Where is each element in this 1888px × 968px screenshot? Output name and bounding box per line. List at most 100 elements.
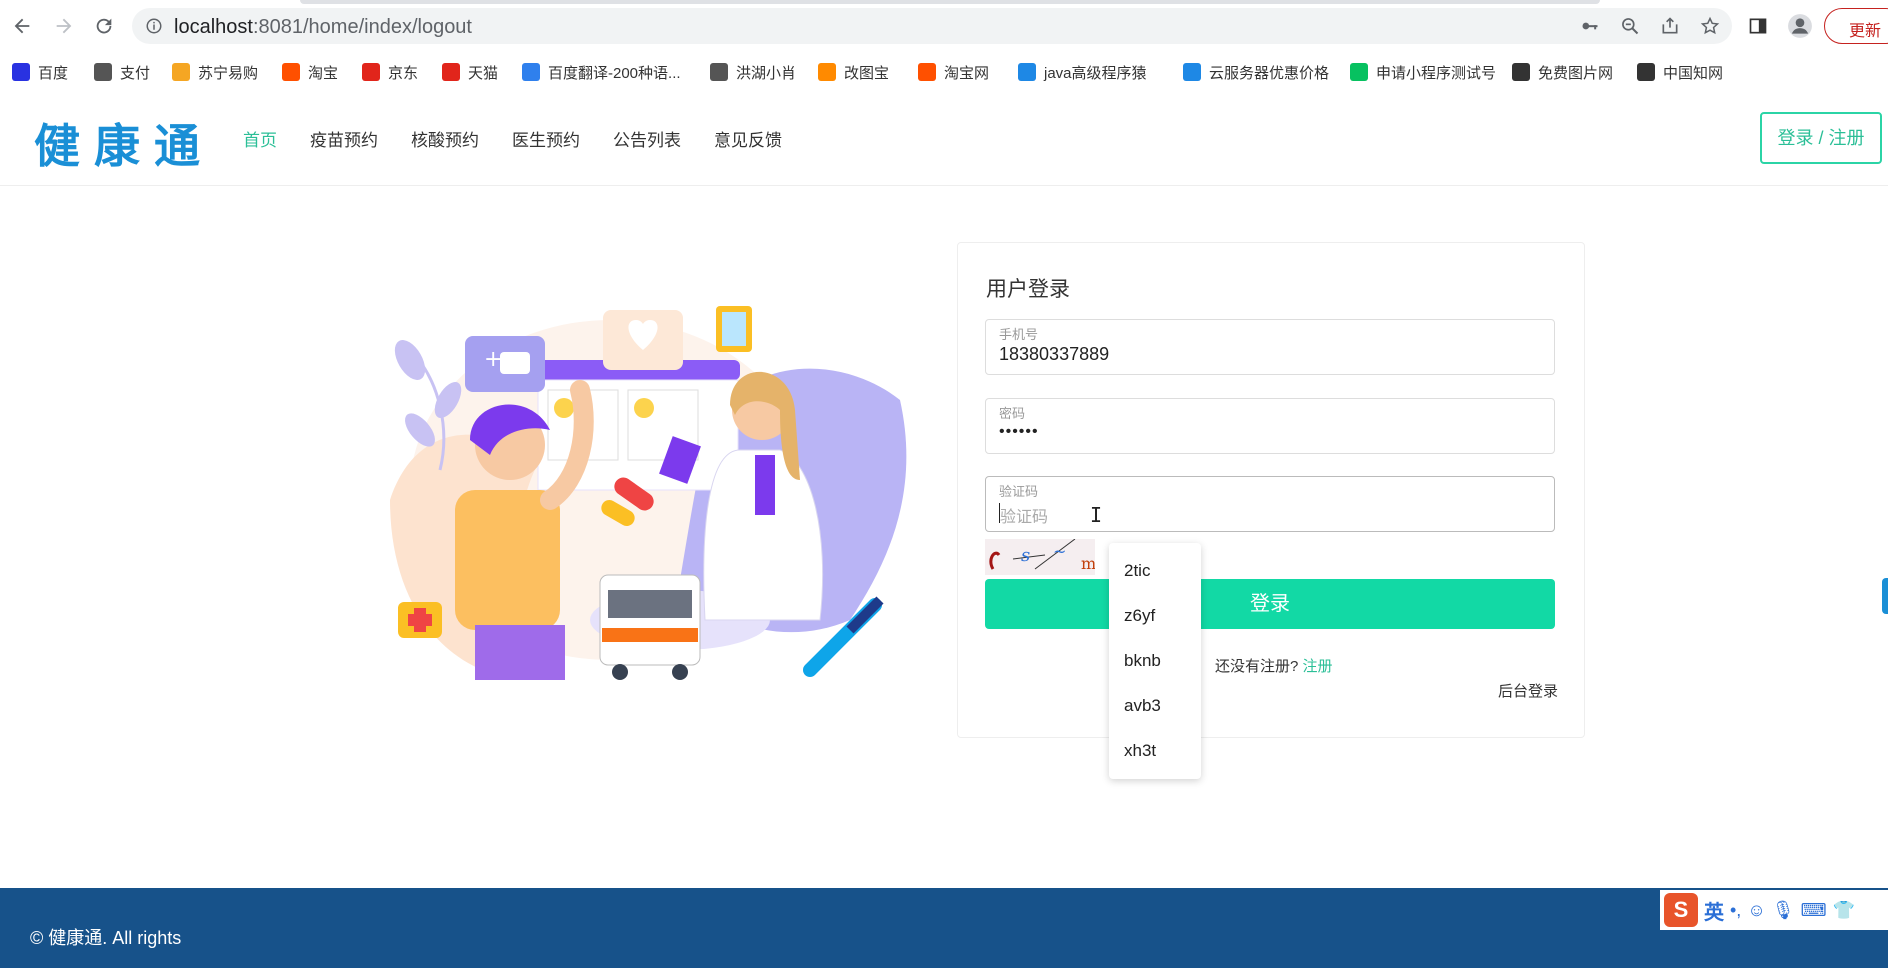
autocomplete-option[interactable]: xh3t bbox=[1109, 729, 1201, 774]
main-nav: 首页 疫苗预约 核酸预约 医生预约 公告列表 意见反馈 bbox=[243, 126, 815, 151]
bookmark-label: 支付 bbox=[120, 64, 151, 82]
forward-arrow-icon bbox=[56, 18, 72, 34]
skin-icon[interactable]: 👕 bbox=[1833, 900, 1855, 921]
translate-icon bbox=[522, 63, 540, 81]
site-footer: © 健康通. All rights bbox=[0, 888, 1888, 968]
bookmark-label: 洪湖小肖 bbox=[736, 64, 797, 82]
bookmark-label: 淘宝网 bbox=[944, 64, 990, 82]
zoom-out-icon[interactable] bbox=[1618, 14, 1642, 38]
captcha-field[interactable]: 验证码 验证码 bbox=[985, 476, 1555, 532]
bookmark-label: 淘宝 bbox=[308, 64, 339, 82]
autocomplete-option[interactable]: z6yf bbox=[1109, 594, 1201, 639]
medical-illustration: + bbox=[380, 290, 920, 700]
cloud-icon bbox=[1183, 63, 1201, 81]
bookmark-item[interactable]: 淘宝网 bbox=[918, 60, 989, 84]
password-label: 密码 bbox=[999, 406, 1026, 421]
microphone-icon[interactable]: 🎙 bbox=[1772, 900, 1795, 921]
forward-button[interactable] bbox=[50, 12, 78, 40]
emoji-icon[interactable]: ☺ bbox=[1747, 900, 1765, 921]
bookmark-label: 天猫 bbox=[468, 64, 499, 82]
bookmark-label: java高级程序猿 bbox=[1044, 64, 1147, 82]
bookmark-label: 改图宝 bbox=[844, 64, 890, 82]
bookmark-item[interactable]: 天猫 bbox=[442, 60, 498, 84]
svg-text:~: ~ bbox=[1053, 542, 1066, 561]
bookmark-label: 免费图片网 bbox=[1538, 64, 1614, 82]
nav-announcements[interactable]: 公告列表 bbox=[613, 126, 681, 151]
bookmark-item[interactable]: 淘宝 bbox=[282, 60, 338, 84]
keyboard-icon[interactable]: ⌨ bbox=[1801, 900, 1827, 921]
nav-doctor[interactable]: 医生预约 bbox=[512, 126, 580, 151]
bilibili-icon bbox=[1018, 63, 1036, 81]
bookmark-label: 申请小程序测试号 bbox=[1376, 64, 1497, 82]
site-header: 健康通 首页 疫苗预约 核酸预约 医生预约 公告列表 意见反馈 登录 / 注册 bbox=[0, 92, 1888, 186]
ime-language-toggle[interactable]: 英 bbox=[1704, 896, 1724, 925]
star-icon[interactable] bbox=[1698, 14, 1722, 38]
paw-icon bbox=[12, 63, 30, 81]
back-button[interactable] bbox=[8, 12, 36, 40]
phone-label: 手机号 bbox=[999, 327, 1039, 342]
update-button[interactable]: 更新 bbox=[1824, 8, 1888, 44]
svg-text:s: s bbox=[1021, 545, 1030, 566]
no-account-text: 还没有注册? bbox=[1215, 658, 1299, 675]
bookmark-label: 京东 bbox=[388, 64, 419, 82]
side-panel-icon[interactable] bbox=[1744, 12, 1772, 40]
globe-icon bbox=[94, 63, 112, 81]
floating-side-tab[interactable] bbox=[1882, 578, 1888, 614]
autocomplete-option[interactable]: bknb bbox=[1109, 639, 1201, 684]
register-hint: 还没有注册? 注册 bbox=[1215, 655, 1333, 676]
login-register-button[interactable]: 登录 / 注册 bbox=[1760, 112, 1882, 164]
login-submit-button[interactable]: 登录 bbox=[985, 579, 1555, 629]
bookmark-item[interactable]: 改图宝 bbox=[818, 60, 889, 84]
bookmark-item[interactable]: 百度 bbox=[12, 60, 68, 84]
back-arrow-icon bbox=[14, 18, 30, 34]
bookmark-item[interactable]: 云服务器优惠价格 bbox=[1183, 60, 1329, 84]
phone-field[interactable]: 手机号 18380337889 bbox=[985, 319, 1555, 375]
taobao-icon bbox=[282, 63, 300, 81]
nav-home[interactable]: 首页 bbox=[243, 126, 277, 151]
bookmark-item[interactable]: 百度翻译-200种语... bbox=[522, 60, 681, 84]
wechat-icon bbox=[1350, 63, 1368, 81]
phone-value: 18380337889 bbox=[999, 344, 1110, 364]
t-icon bbox=[1512, 63, 1530, 81]
profile-avatar-icon[interactable] bbox=[1786, 12, 1814, 40]
bookmark-item[interactable]: 京东 bbox=[362, 60, 418, 84]
image-icon bbox=[818, 63, 836, 81]
bookmarks-bar: 百度 支付 苏宁易购 淘宝 京东 天猫 百度翻译-200种语... 洪湖小肖 改图宝 淘宝网 jav… bbox=[0, 52, 1888, 92]
reload-button[interactable] bbox=[90, 12, 118, 40]
svg-text:m: m bbox=[1081, 554, 1095, 573]
autocomplete-dropdown: 2tic z6yf bknb avb3 xh3t bbox=[1109, 543, 1201, 779]
bookmark-label: 云服务器优惠价格 bbox=[1209, 64, 1330, 82]
url-text: localhost:8081/home/index/logout bbox=[174, 16, 472, 38]
bookmark-label: 百度翻译-200种语... bbox=[548, 64, 681, 82]
feather-icon bbox=[710, 63, 728, 81]
bookmark-item[interactable]: 洪湖小肖 bbox=[710, 60, 796, 84]
bookmark-item[interactable]: 支付 bbox=[94, 60, 150, 84]
lion-icon bbox=[172, 63, 190, 81]
password-field[interactable]: 密码 •••••• bbox=[985, 398, 1555, 454]
bookmark-item[interactable]: java高级程序猿 bbox=[1018, 60, 1147, 84]
autocomplete-option[interactable]: 2tic bbox=[1109, 549, 1201, 594]
nav-vaccine[interactable]: 疫苗预约 bbox=[310, 126, 378, 151]
taobao-icon bbox=[918, 63, 936, 81]
text-cursor-icon: I bbox=[1090, 503, 1103, 527]
bookmark-item[interactable]: 免费图片网 bbox=[1512, 60, 1613, 84]
autocomplete-option[interactable]: avb3 bbox=[1109, 684, 1201, 729]
captcha-image[interactable]: s ~ m bbox=[985, 539, 1095, 575]
ime-toolbar: S 英 •, ☺ 🎙 ⌨ 👕 bbox=[1660, 890, 1888, 930]
admin-login-link[interactable]: 后台登录 bbox=[1498, 680, 1558, 701]
nav-nucleic-acid[interactable]: 核酸预约 bbox=[411, 126, 479, 151]
bookmark-item[interactable]: 申请小程序测试号 bbox=[1350, 60, 1496, 84]
cnki-icon bbox=[1637, 63, 1655, 81]
bookmark-label: 百度 bbox=[38, 64, 69, 82]
bookmark-item[interactable]: 中国知网 bbox=[1637, 60, 1723, 84]
nav-feedback[interactable]: 意见反馈 bbox=[714, 126, 782, 151]
bookmark-item[interactable]: 苏宁易购 bbox=[172, 60, 258, 84]
address-bar[interactable]: localhost:8081/home/index/logout bbox=[132, 8, 1732, 44]
register-link[interactable]: 注册 bbox=[1303, 658, 1333, 675]
share-icon[interactable] bbox=[1658, 14, 1682, 38]
info-icon[interactable] bbox=[142, 14, 166, 38]
site-logo[interactable]: 健康通 bbox=[34, 110, 214, 176]
punctuation-icon[interactable]: •, bbox=[1730, 900, 1741, 921]
key-icon[interactable] bbox=[1578, 14, 1602, 38]
sogou-logo-icon[interactable]: S bbox=[1664, 893, 1698, 927]
